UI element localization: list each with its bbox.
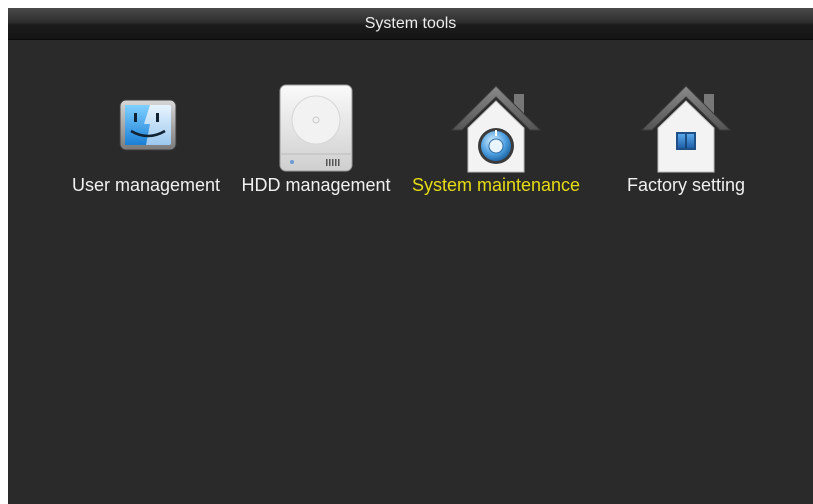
menu-item-label: Factory setting bbox=[626, 175, 746, 195]
window-title: System tools bbox=[364, 15, 457, 32]
menu-item-label: HDD management bbox=[241, 175, 391, 195]
menu-item-factory-setting[interactable]: Factory setting bbox=[596, 80, 776, 210]
menu-item-hdd-management[interactable]: HDD management bbox=[226, 80, 406, 210]
menu-item-system-maintenance[interactable]: System maintenance bbox=[406, 80, 586, 210]
menu-item-label: User management bbox=[71, 175, 221, 195]
menu-item-label: System maintenance bbox=[411, 175, 581, 195]
hard-drive-icon bbox=[279, 84, 353, 172]
menu-item-user-management[interactable]: User management bbox=[56, 80, 236, 210]
title-bar: System tools bbox=[8, 8, 813, 40]
system-tools-window: System tools User management HDD managem… bbox=[8, 8, 813, 504]
house-icon bbox=[640, 85, 732, 173]
finder-face-icon bbox=[119, 99, 177, 151]
house-gear-icon bbox=[450, 85, 542, 173]
